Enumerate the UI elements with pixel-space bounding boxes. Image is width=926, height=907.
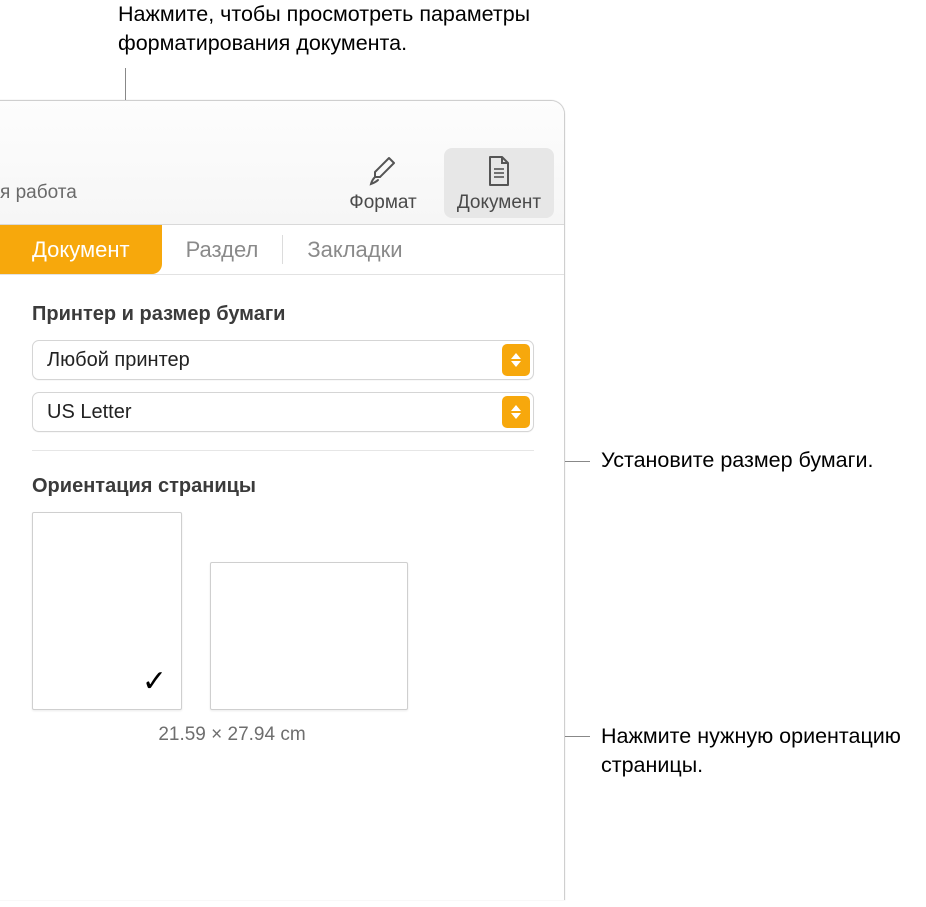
orientation-options: ✓ xyxy=(32,512,534,710)
paper-size-popup-value: US Letter xyxy=(47,401,131,424)
tab-section-label: Раздел xyxy=(186,237,259,263)
inspector-tabs: Документ Раздел Закладки xyxy=(0,225,564,275)
tab-document-label: Документ xyxy=(32,237,130,263)
document-icon xyxy=(484,154,514,188)
document-toolbar-button[interactable]: Документ xyxy=(444,148,554,218)
callout-paper: Установите размер бумаги. xyxy=(601,446,901,475)
tab-document[interactable]: Документ xyxy=(0,225,162,274)
orientation-landscape[interactable] xyxy=(210,562,408,710)
checkmark-icon: ✓ xyxy=(142,664,167,699)
printer-section-title: Принтер и размер бумаги xyxy=(32,303,534,326)
updown-arrows-icon xyxy=(502,344,530,376)
callout-top: Нажмите, чтобы просмотреть параметры фор… xyxy=(118,0,678,58)
section-divider xyxy=(32,450,534,451)
document-toolbar-label: Документ xyxy=(457,192,541,214)
format-toolbar-label: Формат xyxy=(349,192,417,214)
callout-orientation: Нажмите нужную ориентацию страницы. xyxy=(601,722,921,780)
orientation-section-title: Ориентация страницы xyxy=(32,475,534,498)
tab-bookmarks-label: Закладки xyxy=(307,237,402,263)
inspector-window: я работа Формат Документ xyxy=(0,100,565,900)
format-toolbar-button[interactable]: Формат xyxy=(328,148,438,218)
page-dimensions-label: 21.59 × 27.94 cm xyxy=(32,724,432,746)
tab-bookmarks[interactable]: Закладки xyxy=(283,225,426,274)
toolbar-left-fragment: я работа xyxy=(0,182,77,218)
document-panel: Принтер и размер бумаги Любой принтер US… xyxy=(0,275,564,766)
tab-section[interactable]: Раздел xyxy=(162,225,283,274)
printer-popup-value: Любой принтер xyxy=(47,349,190,372)
printer-popup[interactable]: Любой принтер xyxy=(32,340,534,380)
orientation-portrait[interactable]: ✓ xyxy=(32,512,182,710)
paper-size-popup[interactable]: US Letter xyxy=(32,392,534,432)
paintbrush-icon xyxy=(366,154,400,188)
toolbar: я работа Формат Документ xyxy=(0,101,564,225)
updown-arrows-icon xyxy=(502,396,530,428)
